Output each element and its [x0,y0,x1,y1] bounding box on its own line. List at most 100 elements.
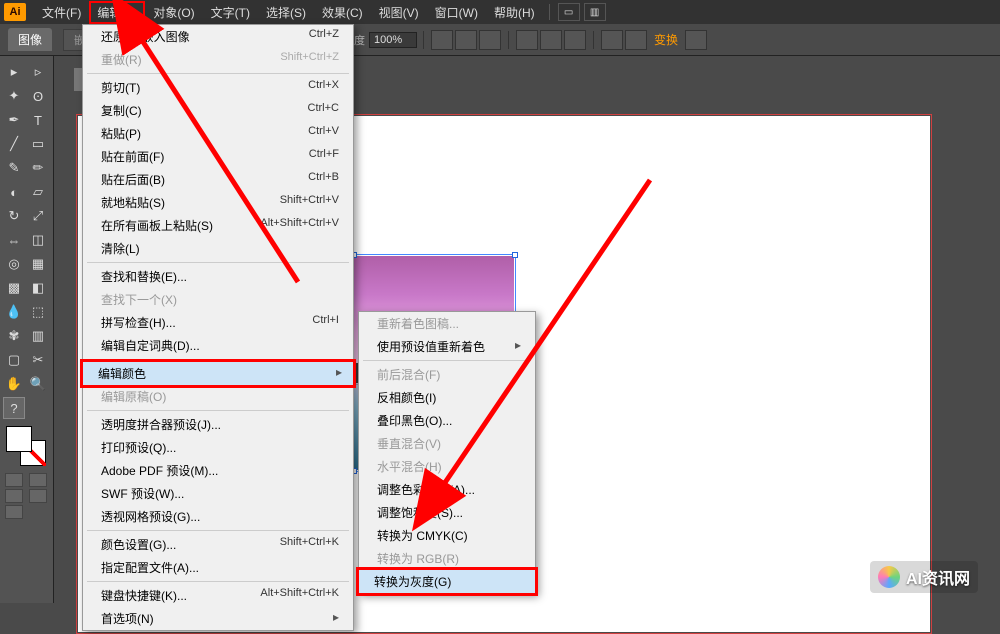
sub-adj-balance[interactable]: 调整色彩平衡(A)... [359,478,535,501]
menu-redo: 重做(R)Shift+Ctrl+Z [83,48,353,71]
menu-help[interactable]: 帮助(H) [486,1,543,24]
menu-print-preset[interactable]: 打印预设(Q)... [83,436,353,459]
menu-window[interactable]: 窗口(W) [427,1,486,24]
sub-fb-blend: 前后混合(F) [359,363,535,386]
type-tool-icon[interactable]: T [27,109,49,131]
menu-bar: Ai 文件(F) 编辑(E) 对象(O) 文字(T) 选择(S) 效果(C) 视… [0,0,1000,24]
wand-tool-icon[interactable]: ✦ [3,85,25,107]
unknown-tool-icon[interactable]: ? [3,397,25,419]
menu-shortcuts[interactable]: 键盘快捷键(K)...Alt+Shift+Ctrl+K [83,584,353,607]
menu-find-next: 查找下一个(X) [83,288,353,311]
selection-tool-icon[interactable]: ▸ [3,61,25,83]
free-transform-icon[interactable]: ◫ [27,229,49,251]
watermark: AI资讯网 [870,561,978,593]
menu-copy[interactable]: 复制(C)Ctrl+C [83,99,353,122]
mesh-tool-icon[interactable]: ▩ [3,277,25,299]
transform-link[interactable]: 变换 [654,31,678,48]
graph-tool-icon[interactable]: ▥ [27,325,49,347]
eraser-tool-icon[interactable]: ▱ [27,181,49,203]
fill-stroke-swatch[interactable] [6,426,46,466]
direct-select-tool-icon[interactable]: ▹ [27,61,49,83]
lasso-tool-icon[interactable]: ʘ [27,85,49,107]
gradient-mode-icon[interactable] [29,473,47,487]
brush-tool-icon[interactable]: ✎ [3,157,25,179]
align-icon-4[interactable] [516,30,538,50]
align-icon-7[interactable] [601,30,623,50]
none-mode-icon[interactable] [5,489,23,503]
gradient-tool-icon[interactable]: ◧ [27,277,49,299]
menu-paste-place[interactable]: 就地粘贴(S)Shift+Ctrl+V [83,191,353,214]
pen-tool-icon[interactable]: ✒ [3,109,25,131]
menu-object[interactable]: 对象(O) [145,1,202,24]
align-icon-2[interactable] [455,30,477,50]
menu-edit-colors[interactable]: 编辑颜色 [80,359,356,388]
line-tool-icon[interactable]: ╱ [3,133,25,155]
menu-find[interactable]: 查找和替换(E)... [83,265,353,288]
slice-tool-icon[interactable]: ✂ [27,349,49,371]
eyedropper-icon[interactable]: 💧 [3,301,25,323]
color-mode-icon[interactable] [5,473,23,487]
blob-tool-icon[interactable]: ◐ [3,181,25,203]
menu-effect[interactable]: 效果(C) [314,1,371,24]
menu-paste-all[interactable]: 在所有画板上粘贴(S)Alt+Shift+Ctrl+V [83,214,353,237]
sub-vert-blend: 垂直混合(V) [359,432,535,455]
sub-to-gray[interactable]: 转换为灰度(G) [356,567,538,596]
sub-invert[interactable]: 反相颜色(I) [359,386,535,409]
screen-mode-icon[interactable] [5,505,23,519]
align-icon-6[interactable] [564,30,586,50]
menu-view[interactable]: 视图(V) [371,1,427,24]
sub-recolor: 重新着色图稿... [359,312,535,335]
menu-select[interactable]: 选择(S) [258,1,314,24]
menu-edit[interactable]: 编辑(E) [89,1,145,24]
menu-paste-front[interactable]: 贴在前面(F)Ctrl+F [83,145,353,168]
menu-undo[interactable]: 还原(U)嵌入图像Ctrl+Z [83,25,353,48]
zoom-tool-icon[interactable]: 🔍 [27,373,49,395]
menu-prefs[interactable]: 首选项(N) [83,607,353,630]
menu-clear[interactable]: 清除(L) [83,237,353,260]
align-icon-1[interactable] [431,30,453,50]
app-logo: Ai [4,3,26,21]
sub-adj-sat[interactable]: 调整饱和度(S)... [359,501,535,524]
sub-to-cmyk[interactable]: 转换为 CMYK(C) [359,524,535,547]
perspective-icon[interactable]: ▦ [27,253,49,275]
align-icon-9[interactable] [685,30,707,50]
watermark-icon [878,566,900,588]
artboard-tool-icon[interactable]: ▢ [3,349,25,371]
blend-tool-icon[interactable]: ⬚ [27,301,49,323]
edit-menu-dropdown: 还原(U)嵌入图像Ctrl+Z 重做(R)Shift+Ctrl+Z 剪切(T)C… [82,24,354,631]
menu-paste[interactable]: 粘贴(P)Ctrl+V [83,122,353,145]
menu-color-settings[interactable]: 颜色设置(G)...Shift+Ctrl+K [83,533,353,556]
align-icon-3[interactable] [479,30,501,50]
sub-overprint[interactable]: 叠印黑色(O)... [359,409,535,432]
menu-edit-dict[interactable]: 编辑自定词典(D)... [83,334,353,357]
menu-cut[interactable]: 剪切(T)Ctrl+X [83,76,353,99]
width-tool-icon[interactable]: ⇔ [3,229,25,251]
rotate-tool-icon[interactable]: ↻ [3,205,25,227]
watermark-text: AI资讯网 [906,565,970,589]
rect-tool-icon[interactable]: ▭ [27,133,49,155]
menu-spell[interactable]: 拼写检查(H)...Ctrl+I [83,311,353,334]
menu-paste-back[interactable]: 贴在后面(B)Ctrl+B [83,168,353,191]
shape-builder-icon[interactable]: ◎ [3,253,25,275]
symbol-spray-icon[interactable]: ✾ [3,325,25,347]
align-icon-5[interactable] [540,30,562,50]
menu-pdf-preset[interactable]: Adobe PDF 预设(M)... [83,459,353,482]
control-label: 图像 [8,28,52,51]
menu-edit-original: 编辑原稿(O) [83,385,353,408]
menu-file[interactable]: 文件(F) [34,1,89,24]
scale-tool-icon[interactable]: ⤢ [27,205,49,227]
menu-swf-preset[interactable]: SWF 预设(W)... [83,482,353,505]
hand-tool-icon[interactable]: ✋ [3,373,25,395]
align-icon-8[interactable] [625,30,647,50]
menu-type[interactable]: 文字(T) [203,1,258,24]
menu-persp-preset[interactable]: 透视网格预设(G)... [83,505,353,528]
pencil-tool-icon[interactable]: ✏ [27,157,49,179]
layout-icon[interactable]: ▭ [558,3,580,21]
sub-horiz-blend: 水平混合(H) [359,455,535,478]
opacity-input[interactable] [369,32,417,48]
menu-assign-profile[interactable]: 指定配置文件(A)... [83,556,353,579]
sub-preset-recolor[interactable]: 使用预设值重新着色 [359,335,535,358]
menu-transp-preset[interactable]: 透明度拼合器预设(J)... [83,413,353,436]
arrange-icon[interactable]: ▥ [584,3,606,21]
draw-mode-icon[interactable] [29,489,47,503]
